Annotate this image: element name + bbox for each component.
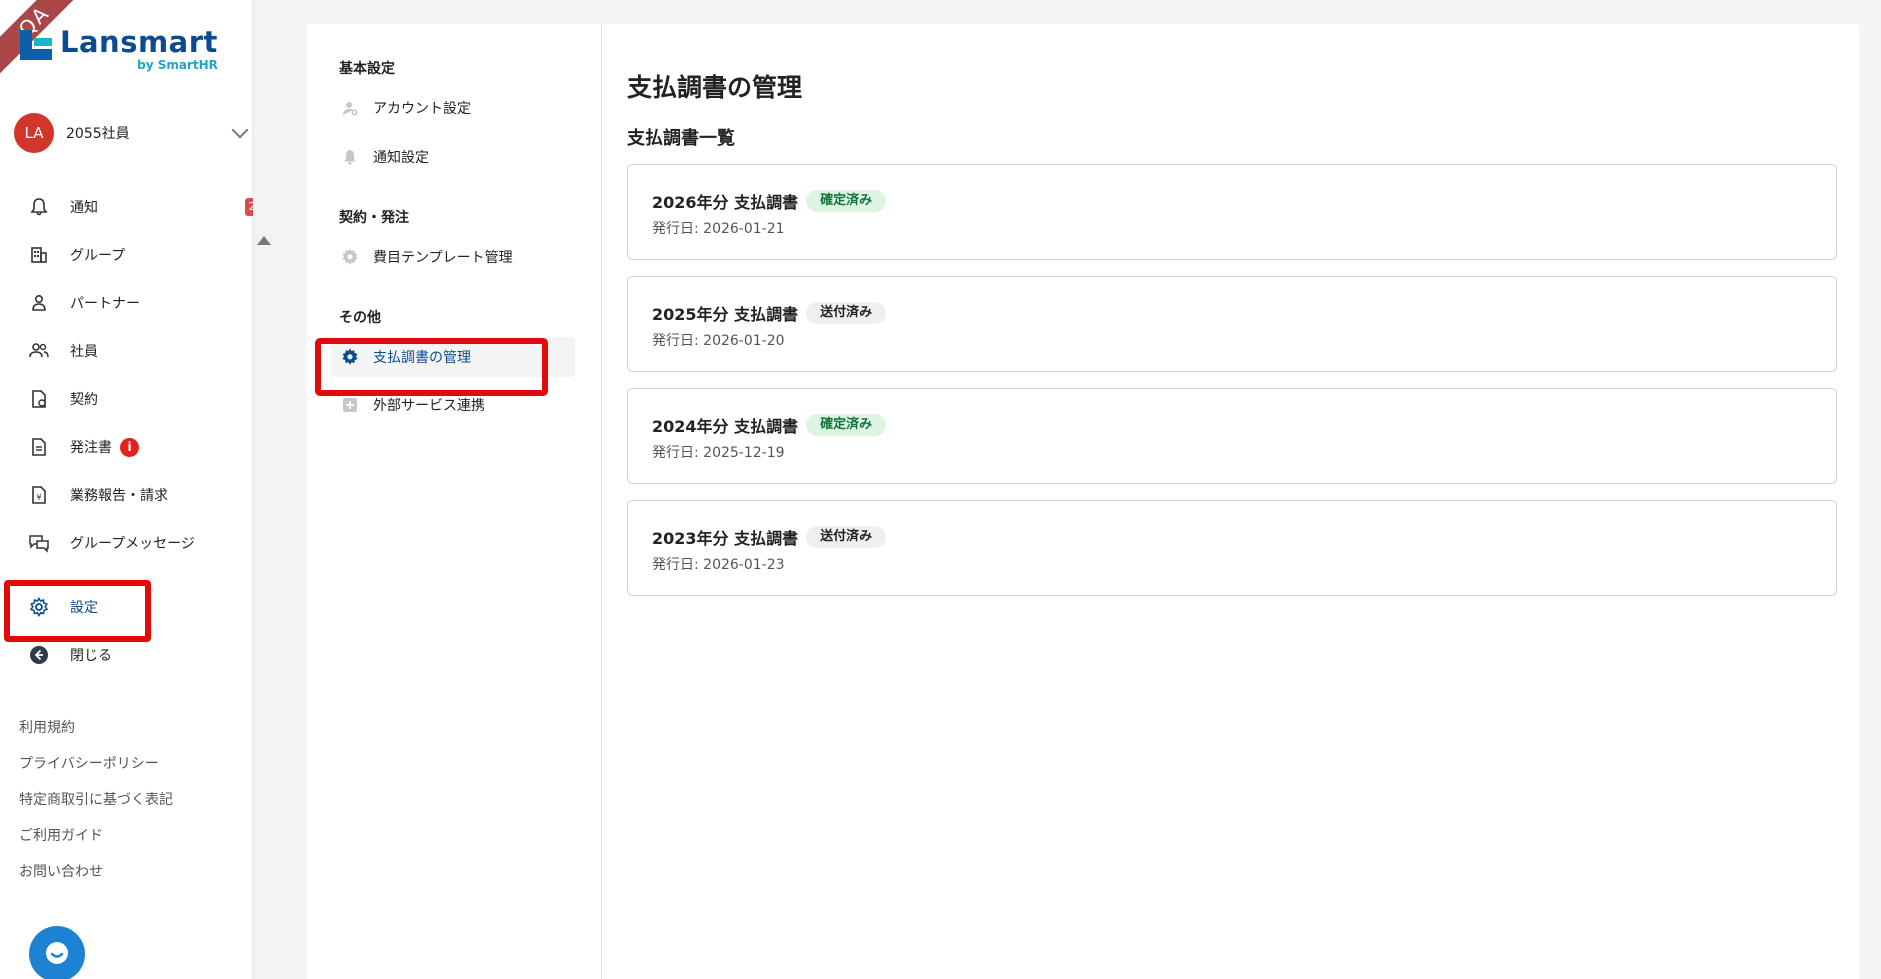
gear-icon [341,248,359,266]
statement-card[interactable]: 2023年分 支払調書 送付済み 発行日: 2026-01-23 [627,500,1837,596]
statement-name: 2025年分 支払調書 [652,305,799,324]
user-name: 2055社員 [66,126,130,142]
nav-label: 閉じる [70,648,112,664]
user-menu[interactable]: LA 2055社員 [14,113,254,153]
subnav-label: 通知設定 [373,150,429,166]
logo[interactable]: Lansmart by SmartHR [20,26,218,72]
statement-card[interactable]: 2024年分 支払調書 確定済み 発行日: 2025-12-19 [627,388,1837,484]
nav-item-group-message[interactable]: グループメッセージ [0,519,253,567]
plus-square-icon [341,396,359,414]
subnav-section-other: その他 [339,310,381,326]
nav-label: 通知 [70,200,98,216]
nav-item-notifications[interactable]: 通知 2 [0,183,259,231]
nav-label: 契約 [70,392,98,408]
highlight-box-settings [4,580,151,642]
subnav-label: 外部サービス連携 [373,398,485,414]
footer-link-privacy[interactable]: プライバシーポリシー [19,752,173,788]
footer-link-commerce-law[interactable]: 特定商取引に基づく表記 [19,788,173,824]
scroll-up-arrow-icon[interactable] [257,236,271,245]
statement-card[interactable]: 2025年分 支払調書 送付済み 発行日: 2026-01-20 [627,276,1837,372]
statement-name: 2026年分 支払調書 [652,193,799,212]
status-badge: 送付済み [806,526,887,548]
subnav-label: アカウント設定 [373,101,471,117]
user-gear-icon [341,99,359,117]
subnav-label: 費目テンプレート管理 [373,250,513,266]
highlight-box-payment-statements [315,338,548,396]
sidebar: QA Lansmart by SmartHR LA 2055社員 通知 2 グル… [0,0,259,979]
statement-date: 発行日: 2026-01-23 [652,557,785,573]
footer-links: 利用規約 プライバシーポリシー 特定商取引に基づく表記 ご利用ガイド お問い合わ… [19,716,173,896]
footer-link-guide[interactable]: ご利用ガイド [19,824,173,860]
people-icon [28,340,50,362]
nav-item-group[interactable]: グループ [0,231,253,279]
chevron-down-icon[interactable] [231,121,249,139]
statement-card[interactable]: 2026年分 支払調書 確定済み 発行日: 2026-01-21 [627,164,1837,260]
subnav-section-contract: 契約・発注 [339,210,409,226]
contract-icon [28,388,50,410]
nav-label: 業務報告・請求 [70,488,168,504]
main-card: 基本設定 アカウント設定 通知設定 契約・発注 費目テンプレート管理 その他 支… [307,24,1859,979]
document-icon [28,436,50,458]
nav-label: 社員 [70,344,98,360]
nav-label: グループメッセージ [70,536,195,552]
statement-name: 2024年分 支払調書 [652,417,799,436]
bell-icon [28,196,50,218]
statement-list: 2026年分 支払調書 確定済み 発行日: 2026-01-21 2025年分 … [627,164,1837,612]
sidebar-scrollbar[interactable] [253,0,275,979]
statement-date: 発行日: 2026-01-20 [652,333,785,349]
chat-support-button[interactable] [29,926,85,979]
info-alert-icon: i [120,437,139,457]
invoice-icon: ¥ [28,484,50,506]
bell-icon [341,148,359,166]
logo-by: by SmartHR [137,58,218,72]
subnav-item-notification[interactable]: 通知設定 [331,137,575,177]
status-badge: 確定済み [806,414,887,436]
nav-item-partner[interactable]: パートナー [0,279,253,327]
subnav-section-basic: 基本設定 [339,61,395,77]
logo-name: Lansmart [60,25,218,59]
section-title: 支払調書一覧 [627,128,735,149]
nav-item-purchase-order[interactable]: 発注書 i [0,423,253,471]
building-icon [28,244,50,266]
chat-bubbles-icon [28,532,50,554]
statement-date: 発行日: 2026-01-21 [652,221,785,237]
page-title: 支払調書の管理 [627,73,803,102]
svg-text:¥: ¥ [36,493,41,502]
footer-link-terms[interactable]: 利用規約 [19,716,173,752]
footer-link-contact[interactable]: お問い合わせ [19,860,173,896]
nav-label: 発注書 [70,440,112,456]
avatar: LA [14,113,54,153]
status-badge: 確定済み [806,190,887,212]
nav-label: パートナー [70,296,140,312]
logo-mark-icon [20,30,52,60]
person-icon [28,292,50,314]
subnav-item-fee-template[interactable]: 費目テンプレート管理 [331,237,575,277]
chat-icon [46,942,68,964]
statement-name: 2023年分 支払調書 [652,529,799,548]
arrow-left-circle-icon [28,644,50,666]
statement-date: 発行日: 2025-12-19 [652,445,785,461]
nav-label: グループ [70,248,126,264]
nav-item-employees[interactable]: 社員 [0,327,253,375]
subnav-item-account[interactable]: アカウント設定 [331,88,575,128]
nav-item-report-invoice[interactable]: ¥ 業務報告・請求 [0,471,253,519]
nav-item-contract[interactable]: 契約 [0,375,253,423]
settings-subnav: 基本設定 アカウント設定 通知設定 契約・発注 費目テンプレート管理 その他 支… [307,24,602,979]
status-badge: 送付済み [806,302,887,324]
